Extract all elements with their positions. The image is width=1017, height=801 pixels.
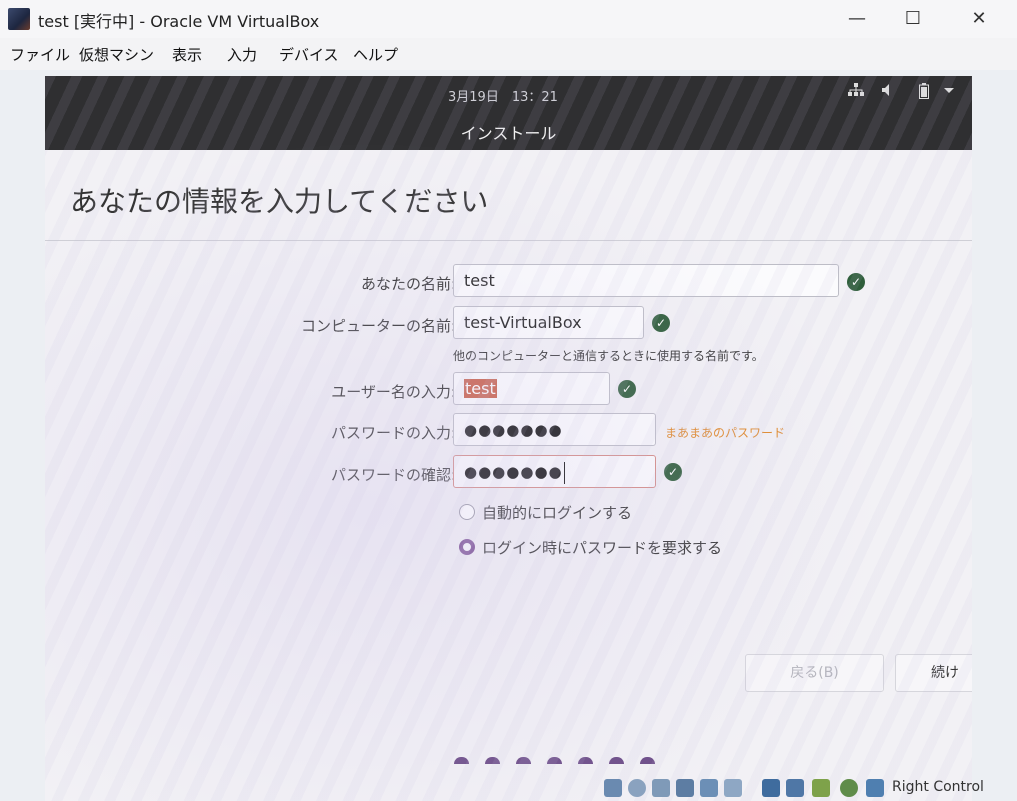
- page-heading: あなたの情報を入力してください: [70, 185, 489, 218]
- confirm-password-dots: ●●●●●●●: [464, 463, 563, 481]
- auto-login-radio[interactable]: [459, 504, 475, 520]
- username-input[interactable]: test: [453, 372, 610, 405]
- hard-disk-icon[interactable]: [604, 779, 622, 797]
- computer-name-hint: 他のコンピューターと通信するときに使用する名前です。: [453, 349, 764, 363]
- computer-name-valid-check-icon: ✓: [652, 314, 670, 332]
- host-key-indicator[interactable]: Right Control: [892, 779, 984, 795]
- mouse-integration-icon[interactable]: [866, 779, 884, 797]
- close-button[interactable]: ✕: [964, 4, 994, 34]
- text-caret: [563, 461, 565, 484]
- usb-icon[interactable]: [700, 779, 718, 797]
- step-dot: [547, 757, 562, 764]
- name-label: あなたの名前:: [360, 275, 456, 293]
- name-valid-check-icon: ✓: [847, 273, 865, 291]
- display-icon[interactable]: [762, 779, 780, 797]
- menu-machine[interactable]: 仮想マシン: [79, 44, 154, 65]
- password-input[interactable]: ●●●●●●●: [453, 413, 656, 446]
- confirm-password-valid-check-icon: ✓: [664, 463, 682, 481]
- confirm-password-input[interactable]: ●●●●●●●: [453, 455, 656, 488]
- dropdown-arrow-icon[interactable]: [944, 83, 954, 101]
- step-dot: [516, 757, 531, 764]
- continue-button[interactable]: 続け: [895, 654, 972, 692]
- volume-icon[interactable]: [881, 83, 895, 101]
- menu-input[interactable]: 入力: [227, 44, 257, 65]
- step-dot: [578, 757, 593, 764]
- window-titlebar: test [実行中] - Oracle VM VirtualBox — ☐ ✕: [0, 0, 1017, 38]
- confirm-password-label: パスワードの確認:: [330, 466, 456, 484]
- username-valid-check-icon: ✓: [618, 380, 636, 398]
- menu-view[interactable]: 表示: [172, 44, 202, 65]
- back-button[interactable]: 戻る(B): [745, 654, 884, 692]
- step-dot: [485, 757, 500, 764]
- clock[interactable]: 3月19日 13：21: [448, 86, 558, 105]
- step-dot: [640, 757, 655, 764]
- auto-login-label[interactable]: 自動的にログインする: [482, 502, 632, 523]
- require-password-radio[interactable]: [459, 539, 475, 555]
- menu-file[interactable]: ファイル: [10, 44, 70, 65]
- password-dots: ●●●●●●●: [464, 421, 563, 439]
- password-strength: まあまあのパスワード: [665, 426, 786, 440]
- guest-additions-icon[interactable]: [840, 779, 858, 797]
- step-dot: [454, 757, 469, 764]
- cpu-activity-icon[interactable]: [812, 779, 830, 797]
- maximize-button[interactable]: ☐: [898, 4, 928, 34]
- computer-name-label: コンピューターの名前:: [300, 317, 456, 335]
- virtualbox-app-icon: [8, 8, 30, 30]
- network-adapter-icon[interactable]: [676, 779, 694, 797]
- minimize-button[interactable]: —: [842, 4, 872, 34]
- network-icon[interactable]: [848, 83, 864, 101]
- name-input[interactable]: test: [453, 264, 839, 297]
- menu-help[interactable]: ヘルプ: [353, 44, 398, 65]
- battery-icon[interactable]: [919, 83, 929, 103]
- optical-drive-icon[interactable]: [628, 779, 646, 797]
- step-dot: [609, 757, 624, 764]
- guest-top-bar: 3月19日 13：21 インストール: [45, 76, 972, 150]
- menu-devices[interactable]: デバイス: [279, 44, 339, 65]
- vm-screen[interactable]: 3月19日 13：21 インストール あなたの情報を入力してください あなたの名…: [45, 76, 972, 801]
- username-label: ユーザー名の入力:: [331, 383, 456, 401]
- computer-name-input[interactable]: test-VirtualBox: [453, 306, 644, 339]
- menubar: ファイル 仮想マシン 表示 入力 デバイス ヘルプ: [0, 38, 1017, 70]
- audio-icon[interactable]: [652, 779, 670, 797]
- video-capture-icon[interactable]: [786, 779, 804, 797]
- heading-divider: [45, 240, 972, 241]
- installer-title: インストール: [460, 124, 557, 143]
- window-title: test [実行中] - Oracle VM VirtualBox: [38, 12, 320, 31]
- shared-folders-icon[interactable]: [724, 779, 742, 797]
- password-label: パスワードの入力:: [330, 424, 456, 442]
- username-selected-text: test: [464, 379, 497, 398]
- require-password-label[interactable]: ログイン時にパスワードを要求する: [482, 537, 722, 558]
